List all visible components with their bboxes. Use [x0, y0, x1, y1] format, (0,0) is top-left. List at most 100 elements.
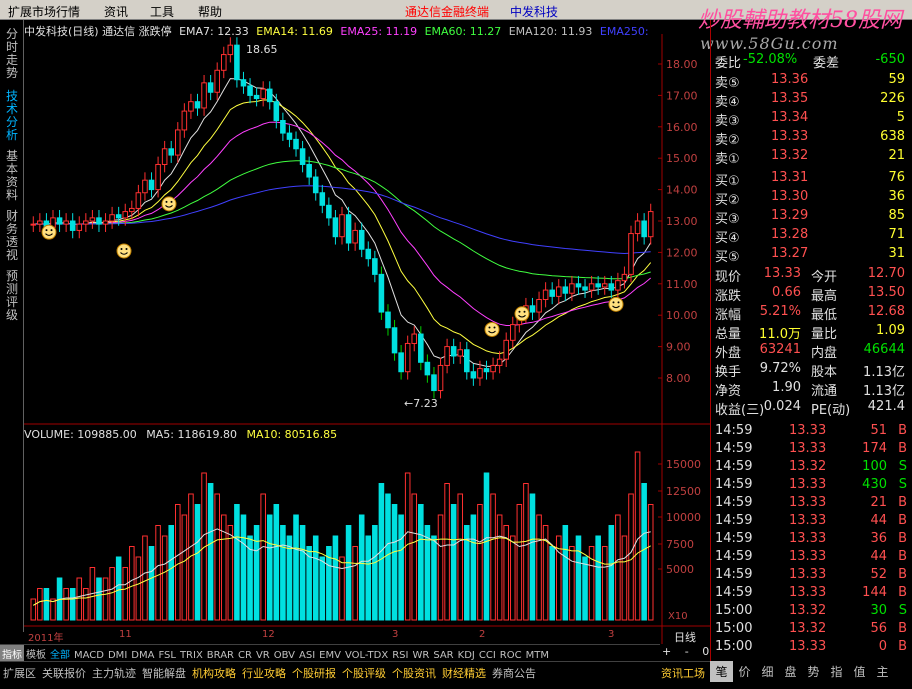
stat-value: 1.90 — [772, 380, 801, 395]
quote-tab[interactable]: 指 — [825, 661, 848, 682]
price-candle-body — [555, 286, 562, 297]
bottom-tab-research[interactable]: 个股研报 — [289, 662, 339, 684]
stat-row: 涨幅 5.21% 最低 12.68 — [713, 304, 911, 323]
volume-bar — [477, 504, 483, 621]
period-label[interactable]: 日线 — [674, 629, 696, 645]
stat-value: 0.024 — [763, 399, 801, 414]
chart-canvas[interactable]: 18.00 17.00 16.00 15.00 14.00 13.00 12.00 11.00… — [24, 20, 710, 644]
stat-row: 涨跌 0.66 最高 13.50 — [713, 285, 911, 304]
price-candle-body — [418, 333, 424, 363]
volume-bar — [155, 525, 161, 621]
tab-intraday[interactable]: 分时走势 — [4, 28, 20, 80]
tab-template[interactable]: 模板 — [24, 645, 48, 662]
price-candle-body — [595, 283, 601, 288]
tick-side: B — [898, 549, 907, 564]
quote-tab[interactable]: 值 — [848, 661, 871, 682]
tick-side: B — [898, 441, 907, 456]
stat-value: 9.72% — [759, 361, 801, 376]
tab-technical[interactable]: 技术分析 — [4, 90, 20, 142]
order-label: 卖② — [715, 133, 740, 148]
tab-ratings[interactable]: 预测评级 — [4, 270, 20, 322]
menu-item-news[interactable]: 资讯 — [104, 3, 128, 20]
volume-bar — [582, 556, 588, 621]
tab-financials[interactable]: 财务透视 — [4, 210, 20, 262]
stat-value: 1.09 — [876, 323, 905, 338]
volume-bar — [372, 525, 378, 621]
price-candle-body — [266, 88, 273, 103]
tick-row: 15:00 13.32 30 S — [713, 603, 911, 621]
price-candle-body — [562, 286, 569, 294]
stat-value: 12.68 — [867, 304, 905, 319]
price-candle-body — [286, 132, 293, 140]
price-candle-body — [483, 368, 490, 373]
stat-row: 换手 9.72% 股本 1.13亿 — [713, 361, 911, 380]
volume-bar — [293, 514, 299, 621]
ema14-label: EMA14: 11.69 — [256, 25, 333, 38]
bottom-tab-ext[interactable]: 扩展区 — [0, 662, 39, 684]
order-price: 13.31 — [771, 170, 809, 185]
price-candle-body — [260, 88, 266, 100]
buy-row: 买① 13.31 76 — [713, 170, 911, 189]
volume-bar — [168, 525, 175, 621]
volume-bar — [175, 504, 181, 621]
bottom-tab-broker[interactable]: 券商公告 — [489, 662, 539, 684]
bottom-tab-related[interactable]: 关联报价 — [39, 662, 89, 684]
tab-fundamentals[interactable]: 基本资料 — [4, 150, 20, 202]
price-candle-body — [299, 148, 306, 165]
quote-tabs: 笔价细盘势指值主 — [710, 661, 912, 682]
zoom-in-button[interactable]: + — [662, 645, 671, 658]
bottom-tab-track[interactable]: 主力轨迹 — [89, 662, 139, 684]
price-candle-body — [76, 223, 83, 231]
tick-time: 14:59 — [715, 549, 753, 564]
price-candle-body — [326, 204, 332, 219]
quote-tab[interactable]: 盘 — [779, 661, 802, 682]
tick-price: 13.33 — [789, 549, 827, 564]
order-price: 13.35 — [771, 91, 809, 106]
stat-label: 流通 — [811, 384, 838, 399]
menu-item-market[interactable]: 扩展市场行情 — [8, 3, 80, 20]
bottom-tab-finance[interactable]: 财经精选 — [439, 662, 489, 684]
tick-time: 14:59 — [715, 477, 753, 492]
price-candle-body — [89, 217, 96, 222]
order-label: 买⑤ — [715, 250, 740, 265]
volume-bar — [299, 525, 306, 621]
tab-indicator[interactable]: 指标 — [0, 645, 24, 662]
tab-all[interactable]: 全部 — [48, 645, 72, 662]
volume-bar — [253, 525, 260, 621]
reset-button[interactable]: 0 — [702, 645, 709, 658]
menu-item-help[interactable]: 帮助 — [198, 3, 222, 20]
quote-tab[interactable]: 势 — [802, 661, 825, 682]
bottom-tab-rating[interactable]: 个股评级 — [339, 662, 389, 684]
quote-tab[interactable]: 主 — [871, 661, 894, 682]
bottom-tab-workshop[interactable]: 资讯工场 — [658, 662, 708, 684]
price-candle-body — [470, 371, 477, 379]
bottom-tab-news[interactable]: 个股资讯 — [389, 662, 439, 684]
volume-bar — [109, 567, 115, 621]
volume-bar — [509, 535, 516, 621]
bottom-tab-smart[interactable]: 智能解盘 — [139, 662, 189, 684]
price-candle-body — [207, 82, 214, 93]
quote-tab[interactable]: 细 — [756, 661, 779, 682]
volume-bar — [240, 514, 247, 621]
order-label: 卖④ — [715, 95, 740, 110]
price-candle-body — [490, 364, 496, 373]
price-candle-body — [509, 324, 516, 341]
volume-bar — [273, 504, 280, 621]
stat-value: 46644 — [863, 342, 905, 357]
kline-chart[interactable]: 18.00 17.00 16.00 15.00 14.00 13.00 12.00 11.00… — [24, 20, 710, 644]
x-label-nov: 11 — [119, 629, 132, 640]
tick-row: 14:59 13.33 51 B — [713, 423, 911, 441]
tick-volume: 44 — [870, 549, 887, 564]
quote-tab[interactable]: 笔 — [710, 661, 733, 682]
volume-bar — [634, 451, 641, 621]
bottom-tab-industry[interactable]: 行业攻略 — [239, 662, 289, 684]
volume-bar — [615, 514, 621, 621]
volume-bar — [234, 504, 240, 621]
volume-bar — [457, 493, 464, 621]
price-candle-body — [273, 101, 280, 122]
bottom-tab-inst[interactable]: 机构攻略 — [189, 662, 239, 684]
zoom-out-button[interactable]: - — [685, 645, 689, 658]
menu-item-tools[interactable]: 工具 — [150, 3, 174, 20]
quote-tab[interactable]: 价 — [733, 661, 756, 682]
tick-volume: 144 — [862, 585, 887, 600]
